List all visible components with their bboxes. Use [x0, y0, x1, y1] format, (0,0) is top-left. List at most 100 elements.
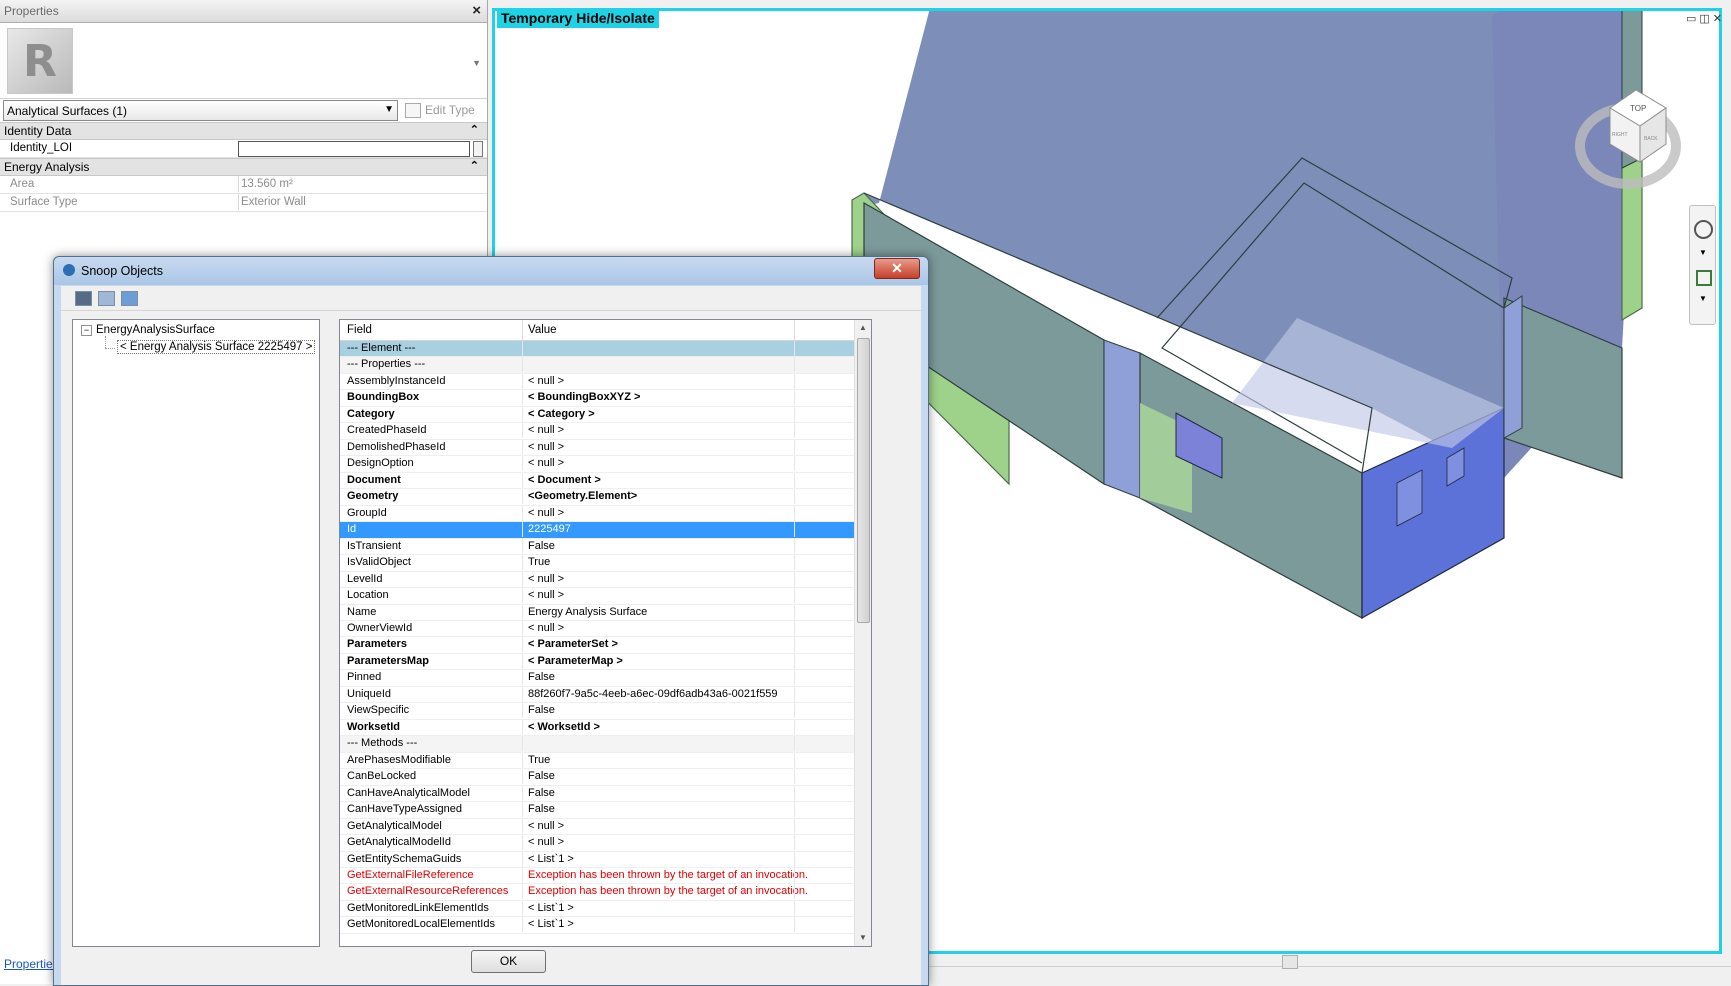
table-row[interactable]: IsValidObject True [340, 555, 855, 572]
table-row[interactable]: GetMonitoredLinkElementIds < List`1 > [340, 900, 855, 918]
view-window-controls[interactable]: ▭◫✕ [1686, 12, 1725, 25]
chevron-down-icon[interactable]: ▼ [384, 104, 394, 115]
column-separator [794, 555, 795, 571]
table-row[interactable]: OwnerViewId < null > [340, 620, 855, 638]
field-cell: --- Properties --- [347, 358, 426, 371]
chevron-down-icon[interactable]: ▼ [1699, 294, 1707, 303]
table-row[interactable]: GroupId < null > [340, 505, 855, 523]
print-preview-icon[interactable] [98, 291, 115, 306]
collapse-icon[interactable]: ⌃ [470, 159, 479, 172]
column-separator [522, 320, 523, 340]
table-row[interactable]: Pinned False [340, 670, 855, 687]
chevron-down-icon[interactable]: ▼ [472, 58, 481, 68]
table-row[interactable]: GetAnalyticalModelId < null > [340, 835, 855, 852]
table-row[interactable]: CanBeLocked False [340, 769, 855, 786]
identity-loi-input[interactable] [238, 141, 470, 157]
properties-link[interactable]: Properties [4, 957, 59, 971]
table-row[interactable]: Document < Document > [340, 472, 855, 490]
table-row[interactable]: CreatedPhaseId < null > [340, 423, 855, 440]
table-row[interactable]: GetAnalyticalModel < null > [340, 818, 855, 836]
table-row[interactable]: --- Properties --- [340, 357, 855, 374]
close-button[interactable]: ✕ [874, 258, 920, 279]
ok-button[interactable]: OK [471, 950, 546, 973]
value-cell: < null > [528, 621, 565, 634]
field-cell: CanHaveAnalyticalModel [347, 786, 470, 799]
edit-type-button[interactable]: Edit Type [405, 101, 475, 119]
column-header-value[interactable]: Value [528, 324, 557, 336]
table-row[interactable]: BoundingBox < BoundingBoxXYZ > [340, 390, 855, 407]
scroll-thumb[interactable] [857, 338, 870, 623]
table-row[interactable]: DemolishedPhaseId < null > [340, 439, 855, 457]
table-row[interactable]: WorksetId < WorksetId > [340, 719, 855, 737]
table-row[interactable]: DesignOption < null > [340, 456, 855, 473]
element-filter-dropdown[interactable]: Analytical Surfaces (1) ▼ [3, 100, 398, 121]
scroll-down-icon[interactable]: ▼ [859, 933, 867, 942]
table-row[interactable]: Parameters < ParameterSet > [340, 637, 855, 654]
dialog-title: Snoop Objects [81, 264, 163, 278]
column-separator [522, 505, 523, 521]
table-row[interactable]: Geometry <Geometry.Element> [340, 489, 855, 506]
table-row[interactable]: ArePhasesModifiable True [340, 752, 855, 770]
field-cell: Id [347, 523, 357, 536]
field-cell: GetMonitoredLinkElementIds [347, 901, 489, 914]
table-row[interactable]: GetExternalResourceReferences Exception h… [340, 884, 855, 901]
table-row[interactable]: UniqueId 88f260f7-9a5c-4eeb-a6ec-09df6adb… [340, 686, 855, 704]
field-cell: Location [347, 589, 389, 602]
zoom-icon[interactable] [1696, 270, 1712, 286]
print-icon[interactable] [75, 291, 92, 306]
column-separator [794, 835, 795, 851]
table-row[interactable]: --- Element --- [340, 341, 855, 358]
tree-node-root[interactable]: − EnergyAnalysisSurface [81, 324, 215, 336]
value-cell: < List`1 > [528, 852, 574, 865]
table-row[interactable]: CanHaveAnalyticalModel False [340, 785, 855, 803]
table-row[interactable]: GetMonitoredLocalElementIds < List`1 > [340, 917, 855, 934]
copy-icon[interactable] [121, 291, 138, 306]
type-selector[interactable]: R ▼ [0, 23, 487, 99]
chevron-down-icon[interactable]: ▼ [1699, 248, 1707, 257]
properties-title: Properties [4, 4, 59, 18]
column-separator [794, 703, 795, 719]
viewcube[interactable]: TOP RIGHT BACK [1570, 78, 1690, 201]
column-separator [522, 769, 523, 785]
column-separator [522, 900, 523, 916]
value-cell: 2225497 [528, 523, 571, 536]
table-row[interactable]: Name Energy Analysis Surface [340, 604, 855, 621]
field-cell: CanBeLocked [347, 770, 417, 783]
dialog-titlebar[interactable]: Snoop Objects ✕ [54, 257, 928, 285]
horizontal-scroll-thumb[interactable] [1282, 955, 1298, 969]
scroll-up-icon[interactable]: ▲ [859, 323, 867, 332]
table-row[interactable]: Location < null > [340, 588, 855, 605]
group-label: Identity Data [4, 124, 72, 138]
column-header-field[interactable]: Field [347, 324, 372, 336]
object-tree: − EnergyAnalysisSurface < Energy Analysi… [72, 319, 320, 947]
table-row[interactable]: ViewSpecific False [340, 703, 855, 720]
tree-node-child[interactable]: < Energy Analysis Surface 2225497 > [117, 340, 316, 354]
steering-wheel-icon[interactable] [1694, 220, 1713, 239]
table-row[interactable]: CanHaveTypeAssigned False [340, 802, 855, 819]
field-cell: GroupId [347, 506, 387, 519]
blue-column-right [1503, 295, 1523, 439]
table-row[interactable]: ParametersMap < ParameterMap > [340, 653, 855, 671]
collapse-icon[interactable]: ⌃ [470, 123, 479, 136]
table-row[interactable]: GetExternalFileReference Exception has be… [340, 868, 855, 885]
table-row[interactable]: IsTransient False [340, 538, 855, 556]
table-row[interactable]: GetEntitySchemaGuids < List`1 > [340, 851, 855, 868]
group-identity-data[interactable]: Identity Data ⌃ [0, 122, 487, 140]
close-icon[interactable]: × [472, 2, 481, 19]
column-separator [794, 373, 795, 389]
value-cell: Exception has been thrown by the target … [528, 885, 809, 898]
area-value: 13.560 m² [238, 176, 479, 192]
table-row[interactable]: Category < Category > [340, 406, 855, 424]
table-row[interactable]: --- Methods --- [340, 736, 855, 753]
table-row[interactable]: LevelId < null > [340, 571, 855, 589]
table-row[interactable]: Id 2225497 [340, 522, 855, 539]
edit-type-label: Edit Type [425, 103, 475, 117]
group-energy-analysis[interactable]: Energy Analysis ⌃ [0, 158, 487, 176]
column-separator [522, 489, 523, 505]
vertical-scrollbar[interactable]: ▲ ▼ [854, 320, 871, 946]
browse-button[interactable] [473, 141, 483, 157]
table-row[interactable]: AssemblyInstanceId < null > [340, 373, 855, 391]
column-separator [522, 456, 523, 472]
column-separator [522, 868, 523, 883]
collapse-icon[interactable]: − [81, 324, 92, 336]
